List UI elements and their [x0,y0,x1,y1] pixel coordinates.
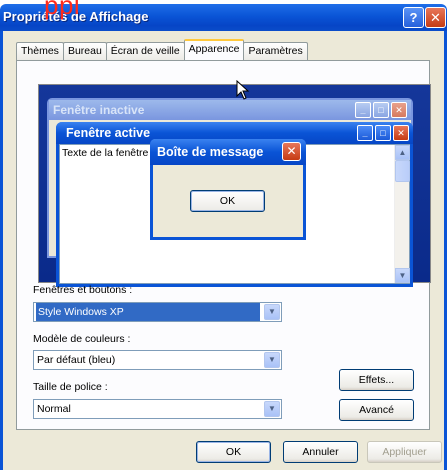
cancel-button[interactable]: Annuler [283,441,358,463]
display-properties-window: Propriétés de Affichage ? ✕ ppl Thèmes B… [0,0,447,470]
font-size-value: Normal [37,403,71,415]
window-text: Texte de la fenêtre [62,147,149,159]
tab-appearance[interactable]: Apparence [183,39,245,60]
appearance-panel: Fenêtre inactive _ □ ✕ Fenêtre active _ … [16,60,431,430]
close-icon: ✕ [282,142,301,161]
windows-buttons-select[interactable]: Style Windows XP ▼ [33,302,282,322]
help-button[interactable]: ? [403,7,424,28]
close-button[interactable]: ✕ [425,7,446,28]
close-icon: ✕ [391,102,407,118]
color-scheme-value: Par défaut (bleu) [37,354,116,366]
close-icon: ✕ [430,10,441,25]
scroll-down-icon: ▼ [395,268,410,283]
tab-screensaver[interactable]: Écran de veille [105,42,185,60]
overlay-text: ppl [44,0,81,20]
message-box-title: Boîte de message ✕ [150,139,306,165]
scroll-up-icon: ▲ [395,145,410,160]
tab-settings[interactable]: Paramètres [243,42,308,60]
maximize-icon: □ [373,102,389,118]
inactive-window-controls: _ □ ✕ [355,102,407,118]
active-window-controls: _ □ ✕ [357,125,409,141]
mouse-cursor-icon [236,80,250,100]
effects-button[interactable]: Effets... [339,369,414,391]
apply-button[interactable]: Appliquer [367,441,442,463]
tab-strip: Thèmes Bureau Écran de veille Apparence … [16,39,308,60]
tab-themes[interactable]: Thèmes [16,42,64,60]
message-box-ok-button: OK [190,190,265,212]
advanced-button[interactable]: Avancé [339,399,414,421]
chevron-down-icon[interactable]: ▼ [264,304,280,320]
active-window-title-text: Fenêtre active [66,126,151,140]
ok-button[interactable]: OK [196,441,271,463]
preview-message-box: Boîte de message ✕ OK [150,139,306,240]
font-size-label: Taille de police : [33,381,108,393]
minimize-icon: _ [355,102,371,118]
windows-buttons-label: Fenêtres et boutons : [33,284,133,296]
color-scheme-label: Modèle de couleurs : [33,333,131,345]
windows-buttons-value: Style Windows XP [36,303,260,321]
chevron-down-icon[interactable]: ▼ [264,352,280,368]
chevron-down-icon[interactable]: ▼ [264,401,280,417]
maximize-icon: □ [375,125,391,141]
font-size-select[interactable]: Normal ▼ [33,399,282,419]
preview-scrollbar: ▲ ▼ [394,145,410,283]
help-icon: ? [409,10,418,25]
close-icon: ✕ [393,125,409,141]
tab-desktop[interactable]: Bureau [62,42,107,60]
message-box-title-text: Boîte de message [157,145,264,159]
color-scheme-select[interactable]: Par défaut (bleu) ▼ [33,350,282,370]
minimize-icon: _ [357,125,373,141]
scroll-thumb [395,160,410,182]
